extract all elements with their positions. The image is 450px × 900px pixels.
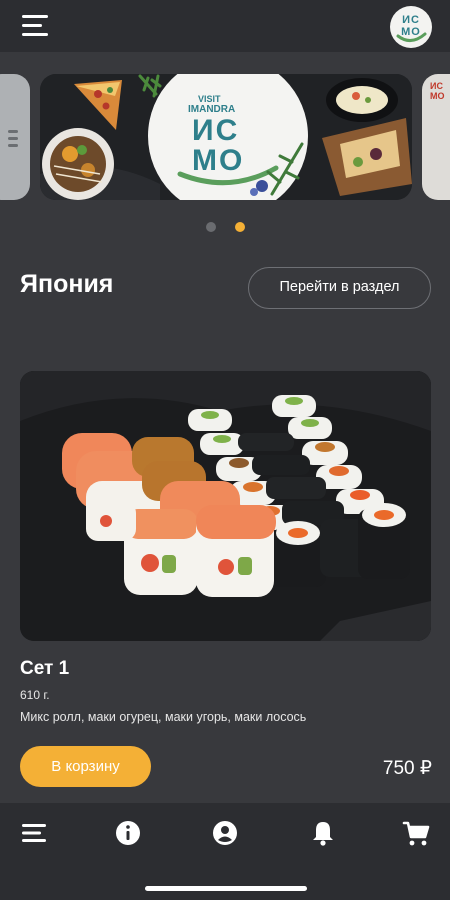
bottom-navigation <box>0 803 450 900</box>
product-name: Сет 1 <box>20 658 70 679</box>
sushi-set-photo <box>20 371 431 641</box>
logo-swoosh <box>396 32 427 42</box>
carousel-next-card[interactable]: ИС МО <box>422 74 450 200</box>
hamburger-menu-icon[interactable] <box>22 15 48 37</box>
product-weight: 610 г. <box>20 688 50 702</box>
banner-logo-line2: МО <box>192 144 244 177</box>
home-indicator[interactable] <box>145 886 307 891</box>
goto-section-button[interactable]: Перейти в раздел <box>248 267 431 309</box>
next-card-text-line1: ИС <box>430 81 443 91</box>
banner-logo-line1: ИС <box>192 114 239 147</box>
carousel-pagination <box>0 222 450 234</box>
info-icon[interactable] <box>113 818 143 848</box>
brand-logo[interactable]: ИС МО <box>390 6 432 48</box>
pagination-dot-2-active[interactable] <box>235 222 245 232</box>
product-price: 750 ₽ <box>382 758 432 779</box>
account-icon[interactable] <box>210 818 240 848</box>
promo-carousel[interactable]: VISIT IMANDRA ИС МО ИС МО <box>0 74 450 200</box>
next-card-text-line2: МО <box>430 91 445 101</box>
bell-icon[interactable] <box>308 818 338 848</box>
cart-icon[interactable] <box>401 818 431 848</box>
promo-banner[interactable]: VISIT IMANDRA ИС МО <box>40 74 412 200</box>
carousel-prev-card[interactable] <box>0 74 30 200</box>
product-description: Микс ролл, маки огурец, маки угорь, маки… <box>20 710 307 724</box>
product-image[interactable] <box>20 371 431 641</box>
section-title: Япония <box>20 270 114 298</box>
add-to-cart-button[interactable]: В корзину <box>20 746 151 787</box>
menu-icon[interactable] <box>20 818 50 848</box>
top-app-bar: ИС МО <box>0 0 450 52</box>
pagination-dot-1[interactable] <box>206 222 216 232</box>
banner-visit-text: VISIT <box>198 94 221 104</box>
banner-artwork: VISIT IMANDRA ИС МО <box>40 74 412 200</box>
